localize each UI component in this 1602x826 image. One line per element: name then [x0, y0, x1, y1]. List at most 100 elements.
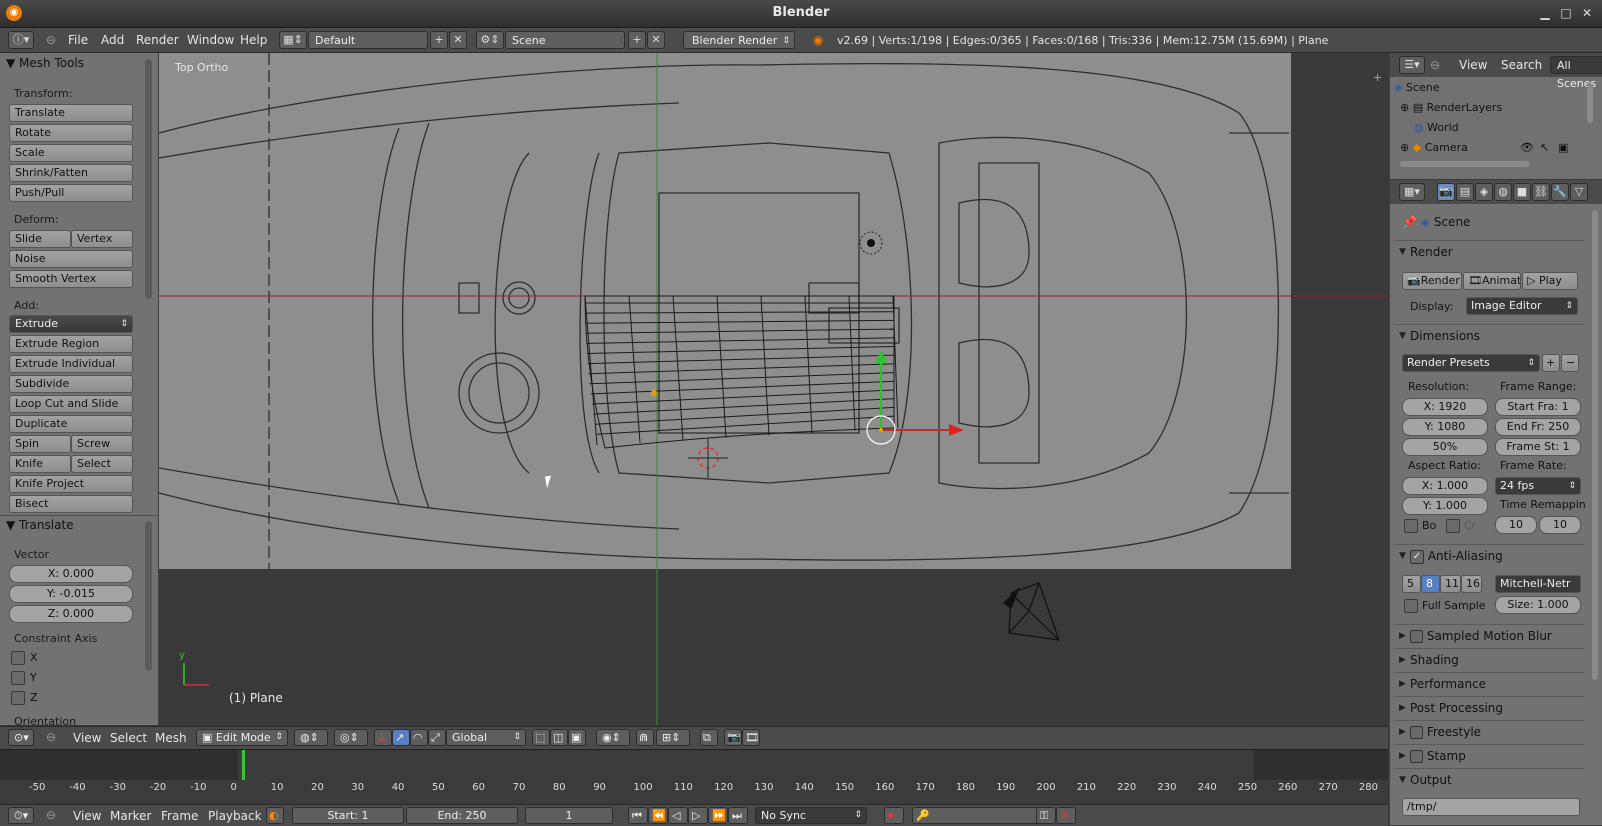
viewport-shading-select[interactable]: ◍⇕: [294, 729, 328, 746]
translate-button[interactable]: Translate: [9, 104, 133, 122]
aa-filter-select[interactable]: Mitchell-Netr: [1495, 575, 1581, 593]
timeline-menu-view[interactable]: View: [73, 809, 101, 823]
output-path-field[interactable]: /tmp/: [1402, 798, 1580, 816]
pivot-point-select[interactable]: ◎⇕: [334, 729, 368, 746]
render-image-button[interactable]: 📷Render: [1402, 272, 1462, 290]
stamp-panel-header[interactable]: ▶ Stamp: [1394, 744, 1584, 766]
aa-samples-11[interactable]: 11: [1440, 575, 1461, 593]
add-preset-button[interactable]: +: [1542, 354, 1560, 372]
anti-aliasing-checkbox[interactable]: ✓: [1410, 549, 1424, 564]
current-frame-field[interactable]: 1: [525, 807, 613, 824]
outliner-vscrollbar[interactable]: [1587, 83, 1593, 123]
properties-editor-type-icon[interactable]: ▦▾: [1399, 183, 1425, 201]
full-sample-checkbox[interactable]: [1404, 599, 1418, 613]
visibility-eye-icon[interactable]: 👁: [1520, 138, 1534, 157]
output-panel-header[interactable]: ▼ Output: [1394, 768, 1584, 790]
outliner-item-world[interactable]: ◍ World: [1390, 118, 1602, 137]
render-toggle-icon[interactable]: ▣: [1558, 138, 1568, 157]
subdivide-button[interactable]: Subdivide: [9, 375, 133, 393]
resolution-x-field[interactable]: X: 1920: [1402, 398, 1488, 416]
jump-keyframe-back-icon[interactable]: ⏪: [648, 807, 668, 824]
render-engine-select[interactable]: Blender Render ⇕: [683, 31, 795, 49]
viewport-collapse-icon[interactable]: ⊖: [46, 730, 56, 744]
constraint-y-checkbox[interactable]: [11, 671, 25, 685]
frame-step-field[interactable]: Frame St: 1: [1495, 438, 1581, 456]
minimize-icon[interactable]: ▁: [1536, 4, 1554, 22]
selected-vertex[interactable]: [879, 428, 883, 432]
operator-scrollbar[interactable]: [145, 521, 152, 671]
remove-scene-icon[interactable]: ✕: [647, 31, 665, 49]
render-presets-select[interactable]: Render Presets ⇕: [1402, 354, 1540, 372]
end-frame-field[interactable]: End: 250: [406, 807, 518, 824]
display-select[interactable]: Image Editor ⇕: [1466, 297, 1578, 315]
add-screen-icon[interactable]: +: [430, 31, 448, 49]
remove-screen-icon[interactable]: ✕: [449, 31, 467, 49]
preview-range-icon[interactable]: ◐: [266, 807, 284, 824]
outliner-menu-search[interactable]: Search: [1501, 58, 1542, 72]
render-animation-button[interactable]: 🎞Animati: [1463, 272, 1521, 290]
insert-keyframe-icon[interactable]: ⚿: [1036, 807, 1056, 824]
slide-vertex-button[interactable]: Vertex: [71, 230, 133, 248]
aa-size-field[interactable]: Size: 1.000: [1495, 596, 1581, 614]
manipulator-translate-icon[interactable]: ↗: [392, 729, 410, 746]
tab-scene-icon[interactable]: ◈: [1475, 183, 1493, 201]
outliner-editor-type-icon[interactable]: ☰▾: [1399, 56, 1425, 74]
freestyle-checkbox[interactable]: [1410, 726, 1423, 739]
properties-scrollbar[interactable]: [1592, 210, 1598, 680]
jump-end-icon[interactable]: ⏭: [728, 807, 748, 824]
outliner-hscrollbar[interactable]: [1400, 161, 1530, 167]
border-checkbox[interactable]: [1404, 519, 1418, 533]
play-reverse-icon[interactable]: ◁: [668, 807, 688, 824]
loop-cut-button[interactable]: Loop Cut and Slide: [9, 395, 133, 413]
tab-world-icon[interactable]: ◍: [1494, 183, 1512, 201]
operator-panel-header[interactable]: ▼ Translate: [6, 518, 74, 532]
scale-button[interactable]: Scale: [9, 144, 133, 162]
tab-constraints-icon[interactable]: ⛓: [1532, 183, 1550, 201]
aspect-x-field[interactable]: X: 1.000: [1402, 477, 1488, 495]
tab-render-icon[interactable]: 📷: [1437, 183, 1455, 201]
motion-blur-checkbox[interactable]: [1410, 630, 1423, 643]
manipulator-rotate-icon[interactable]: ◠: [410, 729, 428, 746]
pin-icon[interactable]: 📌: [1402, 215, 1417, 229]
play-button[interactable]: ▷ Play: [1522, 272, 1578, 290]
manipulator-toggle-icon[interactable]: ⊥: [374, 729, 392, 746]
resolution-y-field[interactable]: Y: 1080: [1402, 418, 1488, 436]
aa-samples-16[interactable]: 16: [1461, 575, 1482, 593]
performance-panel-header[interactable]: ▶ Performance: [1394, 672, 1584, 694]
outliner-item-camera[interactable]: ⊕ ◆ Camera 👁 ↖ ▣: [1390, 138, 1600, 157]
extrude-region-button[interactable]: Extrude Region: [9, 335, 133, 353]
screen-layout-icon[interactable]: ▦⇕: [279, 31, 307, 49]
mesh-tools-panel-header[interactable]: ▼ Mesh Tools: [6, 56, 84, 70]
sync-mode-select[interactable]: No Sync ⇕: [755, 807, 867, 824]
menu-window[interactable]: Window: [187, 33, 234, 47]
keying-set-field[interactable]: 🔑: [912, 807, 1052, 824]
aa-samples-8[interactable]: 8: [1421, 575, 1440, 593]
knife-button[interactable]: Knife: [9, 455, 71, 473]
outliner-menu-view[interactable]: View: [1459, 58, 1487, 72]
timeline-menu-playback[interactable]: Playback: [208, 809, 262, 823]
snap-element-select[interactable]: ⊞⇕: [656, 729, 690, 746]
render-panel-header[interactable]: ▼ Render: [1394, 240, 1584, 262]
aa-samples-5[interactable]: 5: [1402, 575, 1421, 593]
3d-viewport[interactable]: Top Ortho y (1) Plane +: [159, 53, 1388, 725]
collapse-menu-icon[interactable]: ⊖: [46, 33, 56, 47]
edge-select-icon[interactable]: ◫: [550, 729, 568, 746]
tab-object-icon[interactable]: ■: [1513, 183, 1531, 201]
outliner-item-scene[interactable]: ◈ Scene: [1390, 78, 1594, 97]
constraint-x-checkbox[interactable]: [11, 651, 25, 665]
opengl-render-icon[interactable]: ⧉: [700, 729, 718, 746]
noise-button[interactable]: Noise: [9, 250, 133, 268]
menu-add[interactable]: Add: [101, 33, 124, 47]
timeline-menu-marker[interactable]: Marker: [110, 809, 151, 823]
render-anim-icon[interactable]: 🎞: [742, 729, 760, 746]
vector-z-field[interactable]: Z: 0.000: [9, 605, 133, 623]
start-frame-field[interactable]: Start Fra: 1: [1495, 398, 1581, 416]
view3d-menu-view[interactable]: View: [73, 731, 101, 745]
smooth-vertex-button[interactable]: Smooth Vertex: [9, 270, 133, 288]
tab-modifiers-icon[interactable]: 🔧: [1551, 183, 1569, 201]
rotate-button[interactable]: Rotate: [9, 124, 133, 142]
outliner-filter-select[interactable]: All Scenes: [1550, 56, 1602, 90]
mode-select[interactable]: ▣ Edit Mode ⇕: [196, 729, 288, 746]
menu-render[interactable]: Render: [136, 33, 179, 47]
duplicate-button[interactable]: Duplicate: [9, 415, 133, 433]
